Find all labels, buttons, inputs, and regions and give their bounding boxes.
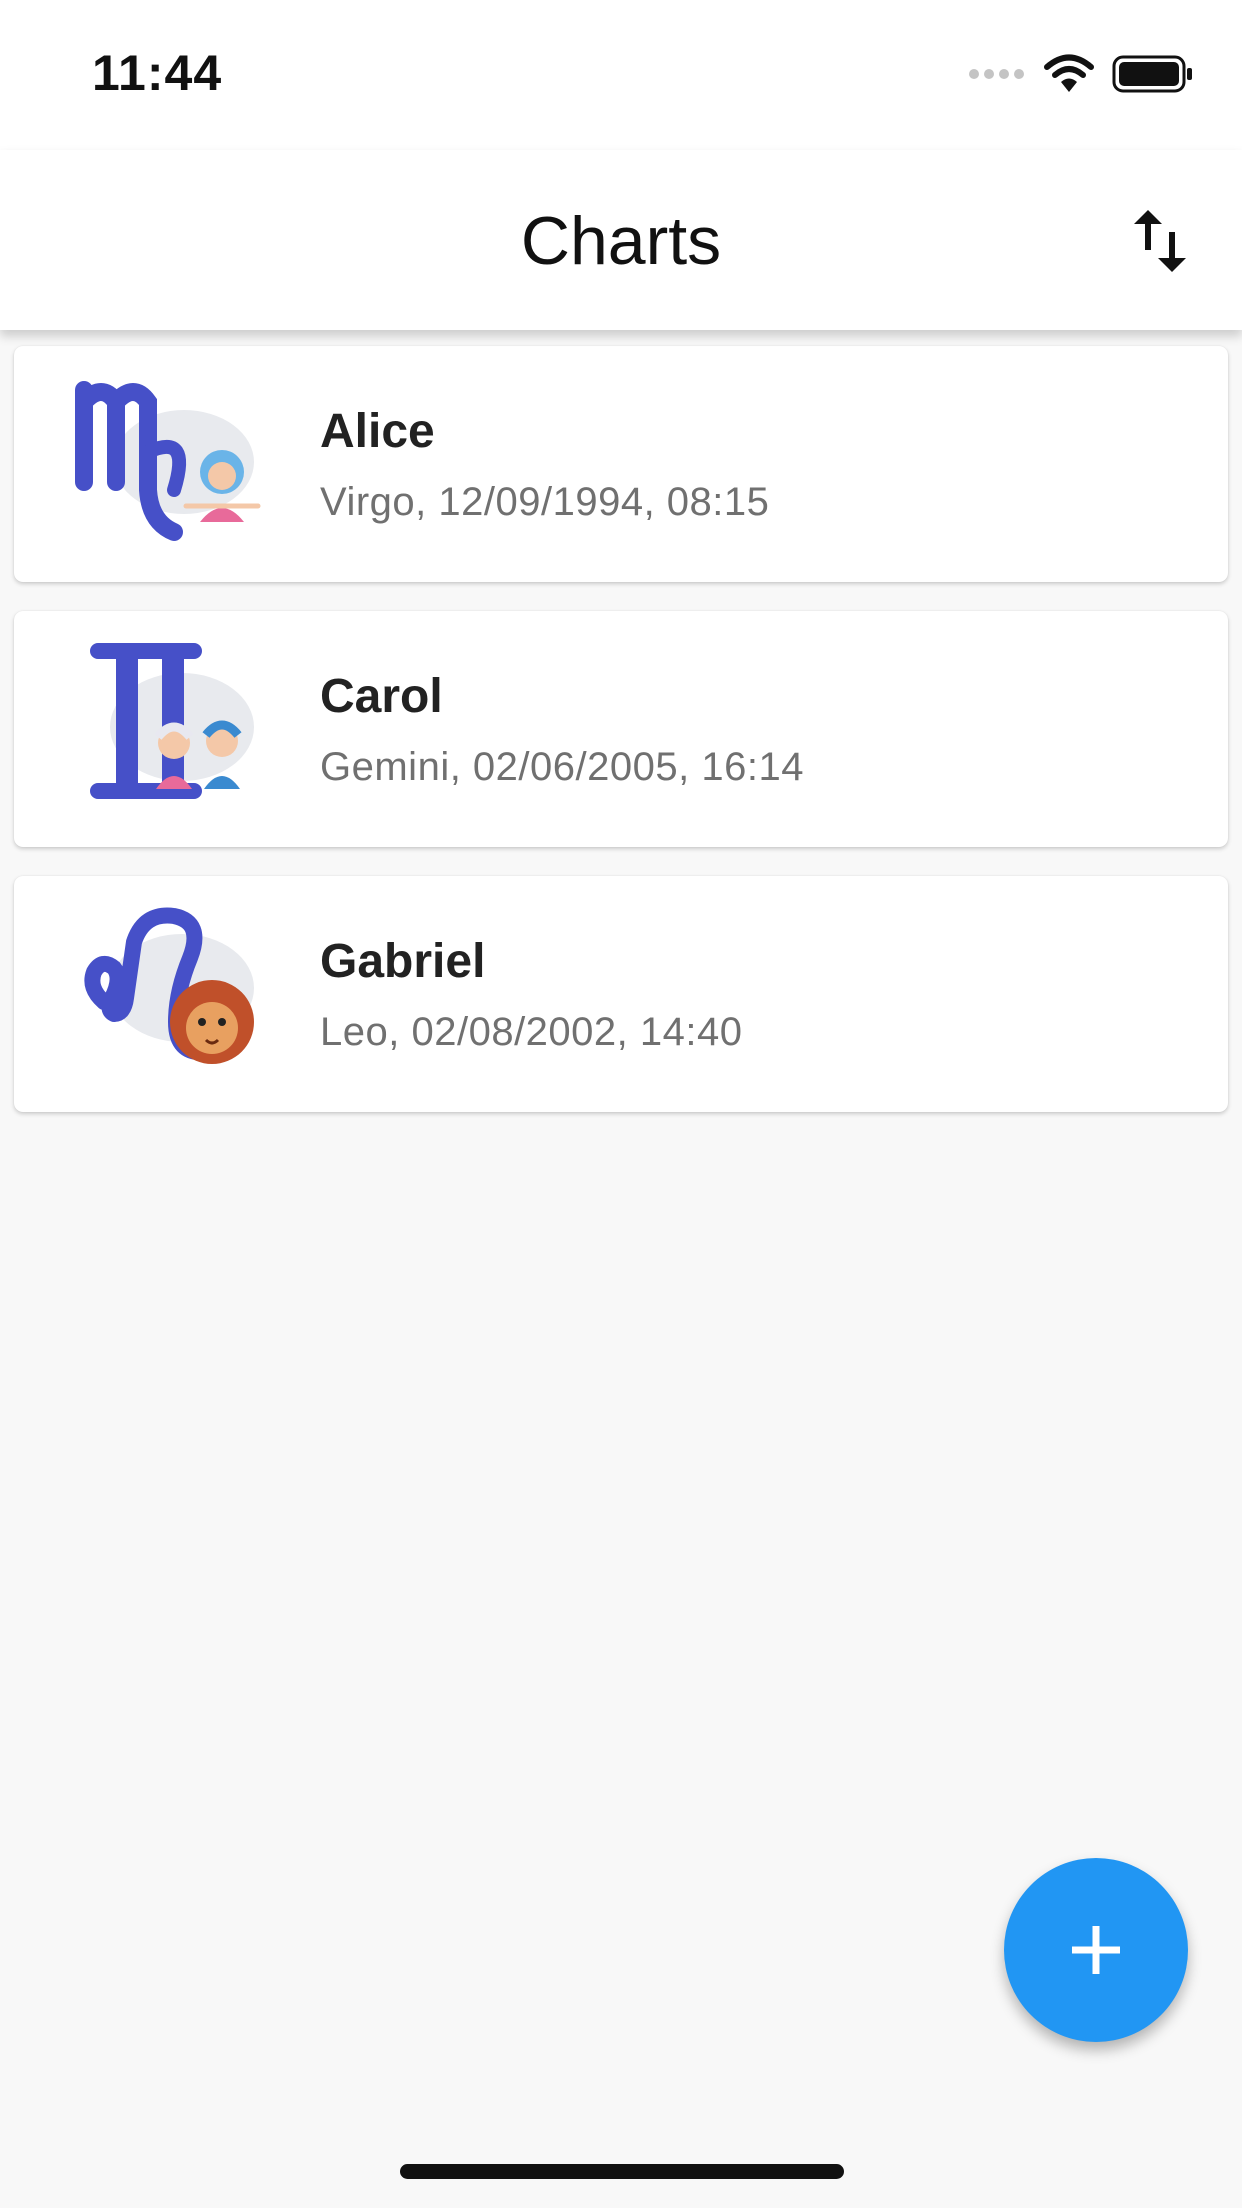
gemini-sign-image: [90, 643, 254, 799]
leo-sign-image: [84, 907, 254, 1064]
virgo-sign-image: [75, 381, 261, 541]
chart-detail: Virgo, 12/09/1994, 08:15: [320, 480, 770, 524]
sort-button[interactable]: [1132, 208, 1188, 274]
plus-icon: [1072, 1926, 1120, 1974]
chart-card[interactable]: Carol Gemini, 02/06/2005, 16:14: [14, 611, 1228, 847]
add-chart-button[interactable]: [1004, 1858, 1188, 2042]
sort-arrows-icon: [1134, 210, 1186, 272]
status-bar: 11:44: [0, 0, 1242, 150]
chart-list: Alice Virgo, 12/09/1994, 08:15 Carol Gem…: [14, 346, 1228, 1141]
page-title: Charts: [520, 203, 722, 279]
chart-detail: Gemini, 02/06/2005, 16:14: [320, 745, 804, 789]
app-bar: Charts: [0, 150, 1242, 330]
chart-detail: Leo, 02/08/2002, 14:40: [320, 1010, 743, 1054]
chart-card[interactable]: Alice Virgo, 12/09/1994, 08:15: [14, 346, 1228, 582]
status-icons: [968, 54, 1194, 94]
wifi-icon: [1044, 54, 1094, 92]
chart-name: Alice: [320, 405, 435, 458]
battery-icon: [1112, 55, 1192, 93]
chart-name: Carol: [320, 670, 443, 723]
home-indicator[interactable]: [400, 2164, 844, 2179]
signal-dots-icon: [969, 69, 1024, 79]
status-time: 11:44: [92, 45, 223, 101]
chart-card[interactable]: Gabriel Leo, 02/08/2002, 14:40: [14, 876, 1228, 1112]
chart-name: Gabriel: [320, 935, 486, 988]
